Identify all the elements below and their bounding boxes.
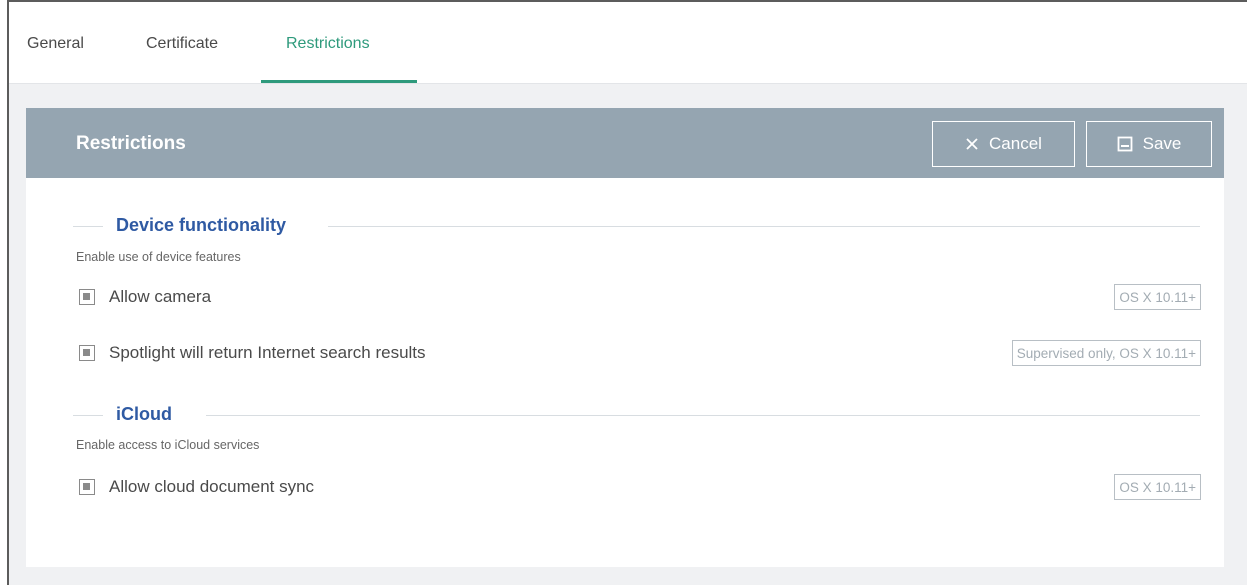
divider [328,226,1200,227]
restriction-label: Allow camera [109,287,212,306]
cancel-button-label: Cancel [989,134,1042,153]
tab-general[interactable]: General [27,35,84,53]
os-badge: OS X 10.11+ [1114,284,1201,310]
os-badge: Supervised only, OS X 10.11+ [1011,340,1201,366]
cancel-button[interactable]: Cancel [932,121,1075,167]
save-button-label: Save [1142,134,1182,153]
save-button[interactable]: Save [1086,121,1212,167]
divider [73,415,103,416]
cloud-sync-checkbox[interactable] [79,479,95,495]
restriction-row-allow-camera: Allow camera OS X 10.11+ [76,284,1201,312]
spotlight-checkbox[interactable] [79,345,95,361]
restrictions-panel: Restrictions Cancel Save Device function… [26,108,1224,567]
allow-camera-checkbox[interactable] [79,289,95,305]
tab-certificate[interactable]: Certificate [146,35,218,53]
restriction-label: Allow cloud document sync [109,477,315,496]
os-badge: OS X 10.11+ [1114,474,1201,500]
window-frame: General Certificate Restrictions Restric… [7,0,1247,585]
tab-bar: General Certificate Restrictions [9,2,1247,84]
save-icon [1117,136,1133,152]
section-header-device-functionality: Device functionality [73,214,1200,238]
section-subtitle: Enable use of device features [76,250,241,264]
divider [206,415,1200,416]
divider [73,226,103,227]
section-title: iCloud [116,404,172,424]
restriction-label: Spotlight will return Internet search re… [109,343,426,362]
section-title: Device functionality [116,215,287,235]
restriction-row-spotlight: Spotlight will return Internet search re… [76,340,1201,368]
section-subtitle: Enable access to iCloud services [76,438,260,452]
active-tab-indicator [261,80,417,83]
section-header-icloud: iCloud [73,403,1200,427]
tab-restrictions[interactable]: Restrictions [286,35,370,53]
close-icon [965,137,979,151]
panel-title: Restrictions [76,133,186,154]
panel-header: Restrictions Cancel Save [26,108,1224,178]
restriction-row-cloud-sync: Allow cloud document sync OS X 10.11+ [76,474,1201,502]
